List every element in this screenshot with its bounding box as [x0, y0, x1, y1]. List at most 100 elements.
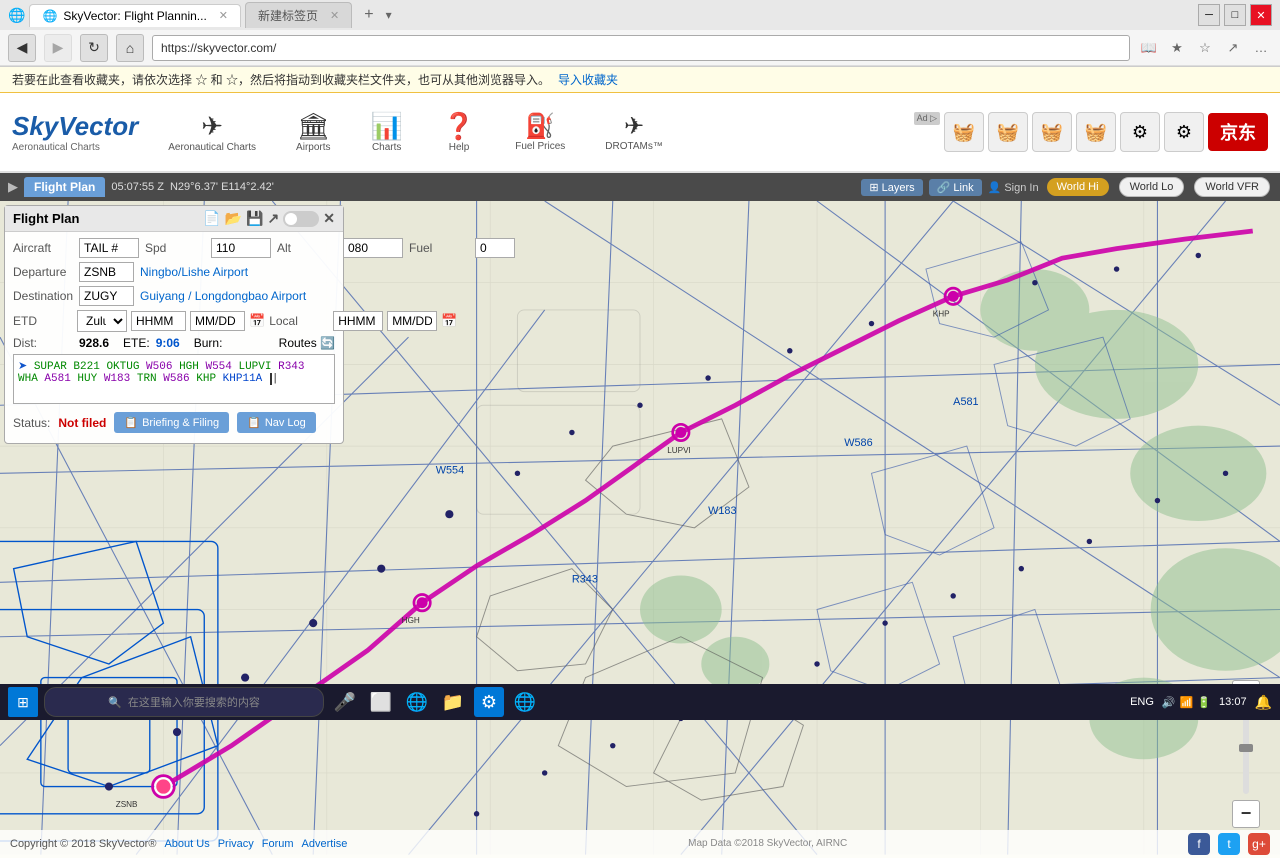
- search-bar[interactable]: 🔍 在这里输入你要搜索的内容: [44, 687, 324, 717]
- link-btn[interactable]: 🔗 Link: [929, 179, 982, 196]
- sign-in-label: Sign In: [1004, 182, 1038, 194]
- new-tab-btn[interactable]: +: [356, 6, 381, 24]
- reader-icon[interactable]: 📖: [1138, 37, 1160, 59]
- route-green-text: SUPAR B221 OKTUG: [34, 361, 146, 373]
- spd-input[interactable]: [211, 238, 271, 258]
- fp-toggle[interactable]: [283, 211, 319, 227]
- active-tab[interactable]: 🌐 SkyVector: Flight Plannin... ✕: [29, 4, 241, 27]
- notification-icon[interactable]: 🔔: [1255, 694, 1272, 711]
- flight-plan-panel: Flight Plan 📄 📂 💾 ↗ ✕ Aircraft Spd Alt: [4, 205, 344, 444]
- dep-name-link[interactable]: Ningbo/Lishe Airport: [140, 265, 248, 279]
- etd-label: ETD: [13, 314, 73, 328]
- fp-share-icon[interactable]: ↗: [268, 210, 280, 227]
- privacy-link[interactable]: Privacy: [218, 838, 254, 850]
- world-vfr-btn[interactable]: World VFR: [1194, 177, 1270, 197]
- more-icon[interactable]: …: [1250, 37, 1272, 59]
- fp-open-icon[interactable]: 📂: [225, 210, 242, 227]
- store-icon-5[interactable]: ⚙: [1120, 112, 1160, 152]
- hub-icon[interactable]: ☆: [1194, 37, 1216, 59]
- forward-btn[interactable]: ▶: [44, 34, 72, 62]
- fp-new-icon[interactable]: 📄: [203, 210, 220, 227]
- briefing-filing-btn[interactable]: 📋 Briefing & Filing: [114, 412, 229, 433]
- zoom-slider-thumb[interactable]: [1239, 744, 1253, 752]
- minimize-btn[interactable]: ─: [1198, 4, 1220, 26]
- nav-charts[interactable]: 📊 Charts: [361, 107, 413, 157]
- close-btn[interactable]: ✕: [1250, 4, 1272, 26]
- alt-input[interactable]: [343, 238, 403, 258]
- fuel-input[interactable]: [475, 238, 515, 258]
- nav-drotams[interactable]: ✈ DROTAMs™: [595, 108, 673, 156]
- store-icon-6[interactable]: ⚙: [1164, 112, 1204, 152]
- advertise-link[interactable]: Advertise: [302, 838, 348, 850]
- googleplus-icon[interactable]: g+: [1248, 833, 1270, 855]
- cursor-indicator: |: [270, 373, 279, 385]
- store-icon-2[interactable]: 🧺: [988, 112, 1028, 152]
- map-area[interactable]: W506 B221 W554 R343 W183 W586 A581: [0, 201, 1280, 858]
- inactive-tab[interactable]: 新建标签页 ✕: [245, 2, 352, 28]
- layers-btn[interactable]: ⊞ Layers: [861, 179, 922, 196]
- etd-hhmm-input[interactable]: [131, 311, 186, 331]
- dep-code-input[interactable]: [79, 262, 134, 282]
- zoom-out-btn[interactable]: −: [1232, 800, 1260, 828]
- dest-name-link[interactable]: Guiyang / Longdongbao Airport: [140, 289, 306, 303]
- favorites-icon[interactable]: ★: [1166, 37, 1188, 59]
- link-label: Link: [953, 182, 973, 194]
- taskbar-app1-icon[interactable]: ⚙: [474, 687, 504, 717]
- sign-in-btn[interactable]: 👤 Sign In: [988, 181, 1039, 194]
- briefing-icon: 📋: [124, 416, 138, 429]
- restore-btn[interactable]: □: [1224, 4, 1246, 26]
- nav-fuel[interactable]: ⛽ Fuel Prices: [505, 108, 575, 156]
- fp-close-icon[interactable]: ✕: [323, 210, 335, 227]
- local-calendar-icon[interactable]: 📅: [441, 313, 457, 329]
- close-tab-icon[interactable]: ✕: [219, 9, 228, 22]
- import-favorites-link[interactable]: 导入收藏夹: [558, 71, 618, 88]
- twitter-icon[interactable]: t: [1218, 833, 1240, 855]
- taskbar-browser-icon[interactable]: 🌐: [510, 687, 540, 717]
- store-icon-3[interactable]: 🧺: [1032, 112, 1072, 152]
- active-tab-title: SkyVector: Flight Plannin...: [63, 9, 206, 23]
- taskbar-file-icon[interactable]: 📁: [438, 687, 468, 717]
- flight-plan-tab[interactable]: Flight Plan: [24, 177, 105, 197]
- calendar-icon[interactable]: 📅: [249, 313, 265, 329]
- local-hhmm-input[interactable]: [333, 311, 383, 331]
- forum-link[interactable]: Forum: [262, 838, 294, 850]
- store-icon-1[interactable]: 🧺: [944, 112, 984, 152]
- fuel-icon: ⛽: [525, 112, 555, 141]
- ad-badge: Ad ▷: [914, 112, 940, 125]
- world-hi-btn[interactable]: World Hi: [1047, 178, 1109, 196]
- etd-date-input[interactable]: [190, 311, 245, 331]
- nav-aeronautical-charts[interactable]: ✈ Aeronautical Charts: [158, 107, 266, 157]
- navlog-btn[interactable]: 📋 Nav Log: [237, 412, 316, 433]
- toolbar-go-icon[interactable]: ▶: [8, 179, 18, 195]
- about-link[interactable]: About Us: [164, 838, 209, 850]
- share-icon[interactable]: ↗: [1222, 37, 1244, 59]
- tab-list-btn[interactable]: ▾: [386, 8, 392, 22]
- fuel-label: Fuel: [409, 241, 469, 255]
- fp-save-icon[interactable]: 💾: [246, 210, 263, 227]
- jd-store-logo[interactable]: 京东: [1208, 113, 1268, 151]
- dist-label: Dist:: [13, 336, 73, 350]
- zoom-slider-track[interactable]: [1243, 714, 1249, 794]
- drotams-icon: ✈: [624, 112, 644, 141]
- local-date-input[interactable]: [387, 311, 437, 331]
- dest-code-input[interactable]: [79, 286, 134, 306]
- svg-text:W183: W183: [708, 505, 736, 517]
- refresh-btn[interactable]: ↻: [80, 34, 108, 62]
- store-icon-4[interactable]: 🧺: [1076, 112, 1116, 152]
- taskbar-task-view-icon[interactable]: ⬜: [366, 687, 396, 717]
- world-lo-btn[interactable]: World Lo: [1119, 177, 1185, 197]
- start-btn[interactable]: ⊞: [8, 687, 38, 717]
- aircraft-input[interactable]: [79, 238, 139, 258]
- nav-airports[interactable]: 🏛 Airports: [286, 107, 340, 157]
- taskbar-cortana-icon[interactable]: 🎤: [330, 687, 360, 717]
- close-inactive-tab-icon[interactable]: ✕: [330, 9, 339, 22]
- back-btn[interactable]: ◀: [8, 34, 36, 62]
- home-btn[interactable]: ⌂: [116, 34, 144, 62]
- routes-btn[interactable]: Routes 🔄: [279, 336, 335, 350]
- nav-help[interactable]: ❓ Help: [433, 107, 485, 157]
- route-purple-text2: W554: [205, 361, 238, 373]
- address-bar-input[interactable]: https://skyvector.com/: [152, 35, 1130, 61]
- etd-zulu-select[interactable]: Zulu: [77, 310, 127, 332]
- taskbar-edge-icon[interactable]: 🌐: [402, 687, 432, 717]
- facebook-icon[interactable]: f: [1188, 833, 1210, 855]
